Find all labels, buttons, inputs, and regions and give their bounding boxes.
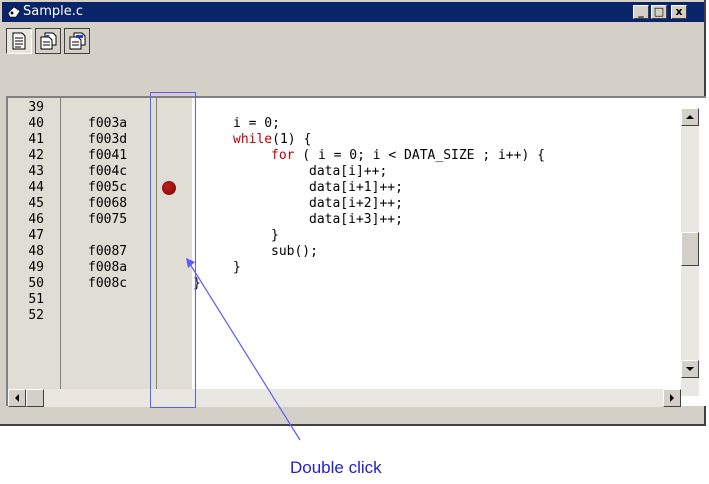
annotation-arrow (186, 258, 301, 441)
double-click-annotation: Double click (290, 458, 382, 477)
